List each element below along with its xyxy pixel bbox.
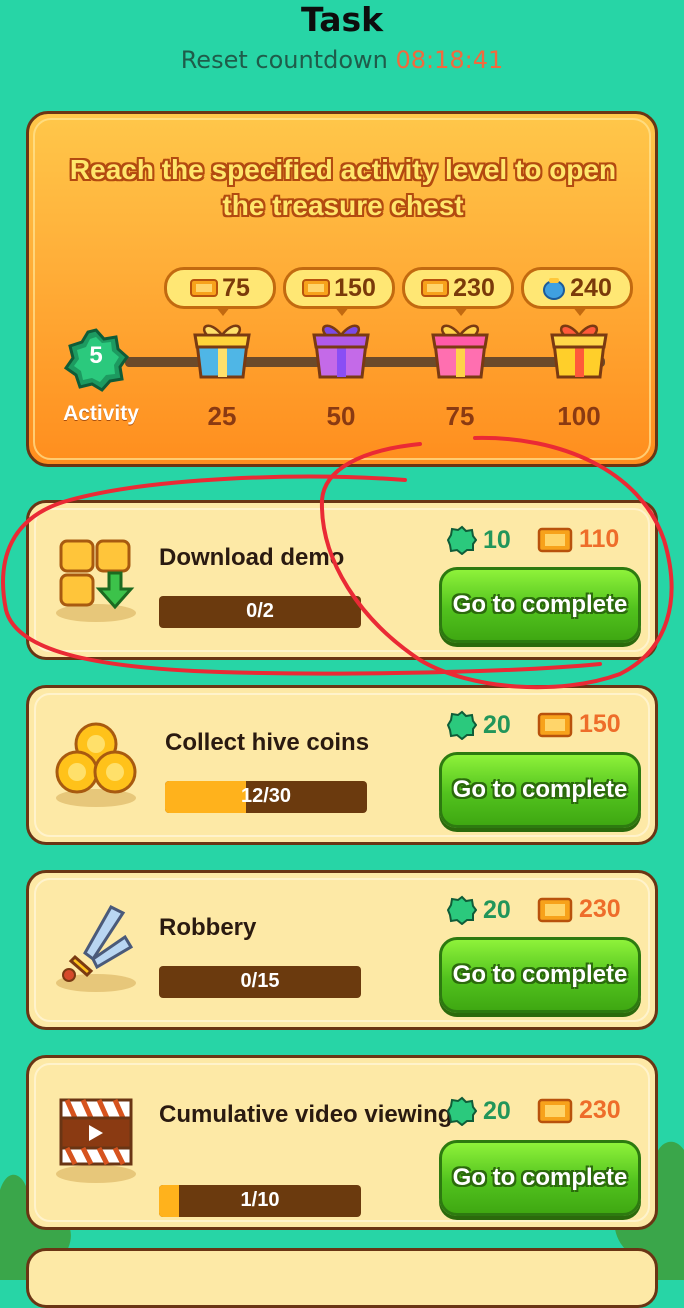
sword-icon xyxy=(56,905,136,992)
task-card: Robbery 0/15 20 230 Go to complete xyxy=(26,870,658,1030)
ticket-icon xyxy=(190,279,219,297)
countdown-label: Reset countdown xyxy=(180,46,388,74)
activity-star-icon xyxy=(447,525,477,555)
gift-chest-icon[interactable] xyxy=(308,319,374,381)
ticket-reward: 150 xyxy=(537,710,621,739)
task-progress-bar: 0/15 xyxy=(159,966,361,998)
activity-label: Activity xyxy=(63,402,139,425)
milestone-reward-pill: 75 xyxy=(164,267,276,316)
task-card: Cumulative video viewing 1/10 20 230 Go … xyxy=(26,1055,658,1230)
milestone-reward-value: 75 xyxy=(222,273,250,302)
milestone-reward-value: 240 xyxy=(570,273,612,302)
download-blocks-icon xyxy=(56,539,136,622)
task-title: Cumulative video viewing xyxy=(159,1101,453,1128)
milestone-reward-pill: 240 xyxy=(521,267,633,316)
reset-countdown: Reset countdown 08:18:41 xyxy=(0,46,684,74)
honey-jar-icon xyxy=(543,278,566,300)
go-to-complete-button[interactable]: Go to complete xyxy=(439,1140,641,1216)
activity-star-icon xyxy=(447,895,477,925)
milestone-reward-pill: 230 xyxy=(402,267,514,316)
milestone-level: 75 xyxy=(445,401,475,431)
ticket-icon xyxy=(421,279,450,297)
task-card: Download demo 0/2 10 110 Go to complete xyxy=(26,500,658,660)
task-progress-text: 0/2 xyxy=(246,600,274,622)
gift-chest-icon[interactable] xyxy=(189,319,255,381)
gift-chest-icon[interactable] xyxy=(546,319,612,381)
activity-reward: 10 xyxy=(447,525,511,555)
ticket-icon xyxy=(302,279,331,297)
task-card-partial xyxy=(26,1248,658,1308)
milestone-level: 50 xyxy=(326,401,356,431)
task-progress-bar: 1/10 xyxy=(159,1185,361,1217)
ticket-reward: 230 xyxy=(537,895,621,924)
task-card: Collect hive coins 12/30 20 150 Go to co… xyxy=(26,685,658,845)
task-title: Collect hive coins xyxy=(165,729,370,756)
go-to-complete-button[interactable]: Go to complete xyxy=(439,752,641,828)
task-title: Download demo xyxy=(159,544,345,571)
activity-reward: 20 xyxy=(447,710,511,740)
task-progress-bar: 12/30 xyxy=(165,781,367,813)
go-to-complete-button[interactable]: Go to complete xyxy=(439,567,641,643)
go-to-complete-button[interactable]: Go to complete xyxy=(439,937,641,1013)
ticket-icon xyxy=(537,897,573,922)
task-progress-bar: 0/2 xyxy=(159,596,361,628)
task-progress-text: 1/10 xyxy=(240,1189,280,1211)
activity-reward: 20 xyxy=(447,1096,511,1126)
activity-star-icon xyxy=(447,710,477,740)
activity-chest-panel: Reach the specified activity level to op… xyxy=(26,111,658,467)
task-progress-text: 12/30 xyxy=(240,785,292,807)
ticket-icon xyxy=(537,1098,573,1123)
gift-chest-icon[interactable] xyxy=(427,319,493,381)
milestone-level: 100 xyxy=(557,401,601,431)
ticket-icon xyxy=(537,527,573,552)
ticket-reward: 110 xyxy=(537,525,619,554)
milestone-reward-value: 230 xyxy=(453,273,495,302)
countdown-value: 08:18:41 xyxy=(395,46,504,74)
task-progress-text: 0/15 xyxy=(240,970,280,992)
page-title: Task xyxy=(300,0,384,39)
ticket-reward: 230 xyxy=(537,1096,621,1125)
activity-level-value: 5 xyxy=(89,342,103,369)
activity-panel-title: Reach the specified activity level to op… xyxy=(69,154,617,221)
milestone-level: 25 xyxy=(207,401,237,431)
coins-icon xyxy=(55,722,137,807)
milestone-reward-value: 150 xyxy=(334,273,376,302)
task-title: Robbery xyxy=(159,914,257,941)
ticket-icon xyxy=(537,712,573,737)
clapperboard-icon xyxy=(56,1098,136,1183)
activity-star-icon xyxy=(447,1096,477,1126)
milestone-reward-pill: 150 xyxy=(283,267,395,316)
activity-reward: 20 xyxy=(447,895,511,925)
